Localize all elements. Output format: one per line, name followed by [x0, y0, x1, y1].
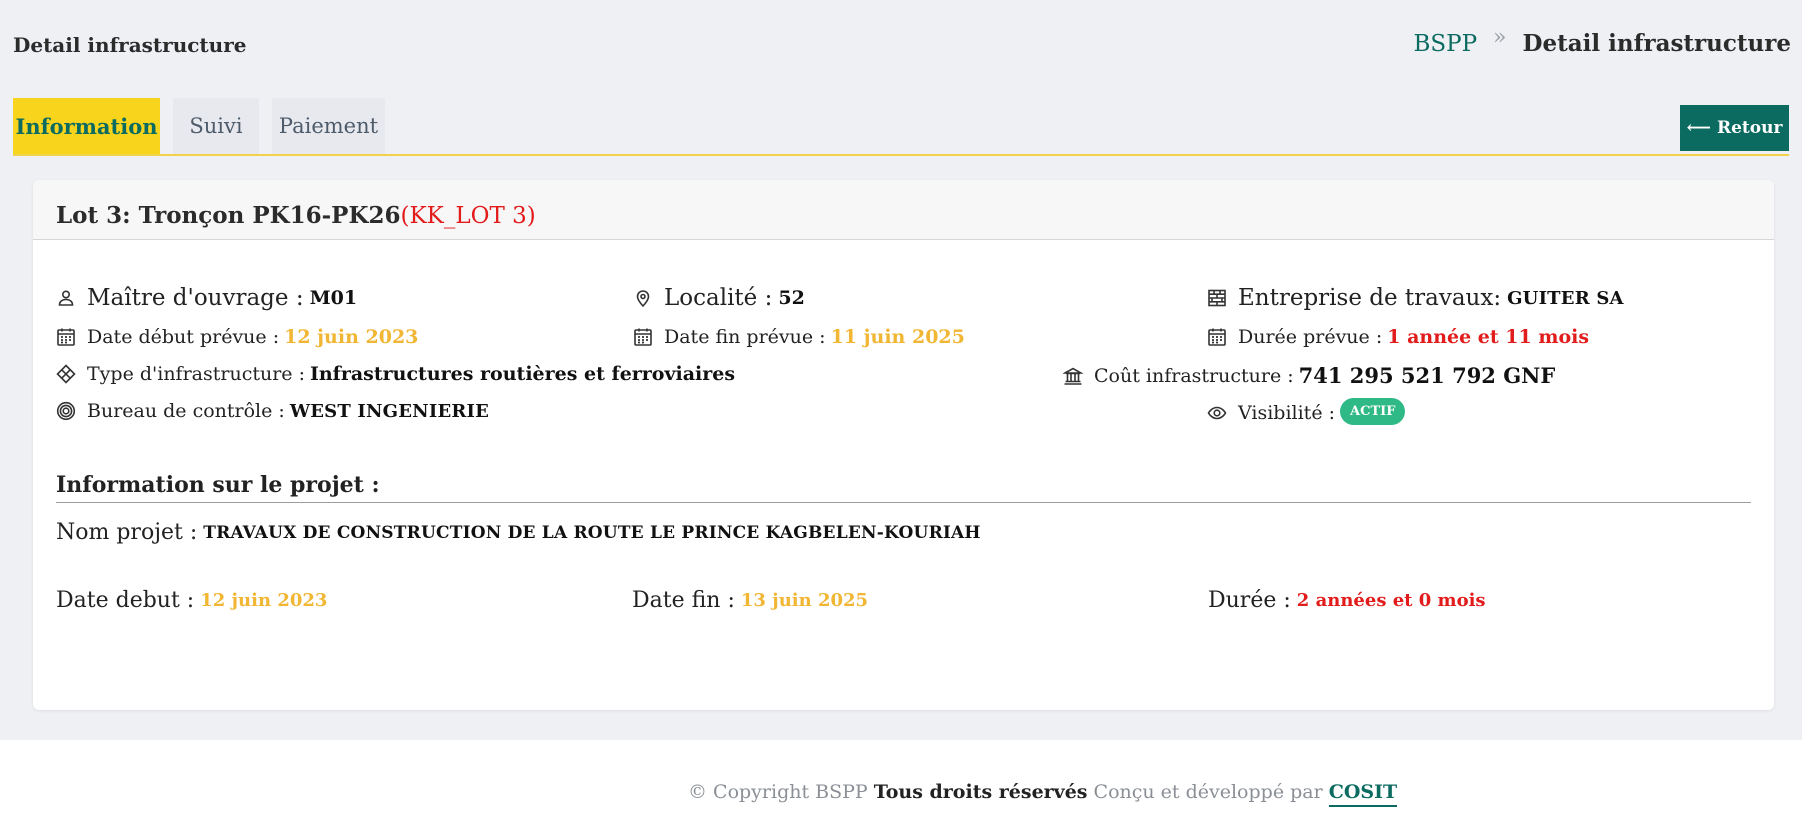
localite-value: 52: [778, 287, 805, 309]
retour-button[interactable]: ⟵ Retour: [1680, 105, 1789, 151]
project-section-title: Information sur le projet :: [56, 472, 1751, 503]
tabs-bar: Information Suivi Paiement ⟵ Retour: [13, 98, 1789, 156]
tab-paiement[interactable]: Paiement: [272, 98, 385, 154]
breadcrumb-separator-icon: »: [1493, 25, 1507, 50]
breadcrumb-home-link[interactable]: BSPP: [1413, 31, 1477, 57]
type-infrastructure-value: Infrastructures routières et ferroviaire…: [309, 363, 736, 385]
date-fin-label: Date fin :: [632, 588, 735, 613]
footer: © Copyright BSPP Tous droits réservés Co…: [0, 740, 1802, 827]
map-pin-icon: [632, 287, 654, 309]
field-date-debut-prevue: Date début prévue : 12 juin 2023: [55, 326, 418, 348]
duree-label: Durée :: [1208, 588, 1291, 613]
footer-designed: Conçu et développé par: [1093, 781, 1323, 803]
footer-rights: Tous droits réservés: [873, 781, 1088, 803]
field-duree-prevue: Durée prévue : 1 année et 11 mois: [1206, 326, 1589, 348]
tab-suivi[interactable]: Suivi: [173, 98, 259, 154]
field-localite: Localité : 52: [632, 285, 805, 311]
footer-copyright: © Copyright BSPP: [688, 781, 868, 803]
date-fin-value: 13 juin 2025: [740, 590, 869, 611]
field-date-fin: Date fin : 13 juin 2025: [632, 588, 868, 613]
retour-button-label: Retour: [1716, 118, 1783, 138]
nom-projet-value: TRAVAUX DE CONSTRUCTION DE LA ROUTE LE P…: [203, 522, 981, 543]
tab-information[interactable]: Information: [13, 98, 160, 154]
arrow-left-icon: ⟵: [1686, 118, 1711, 138]
page-title: Detail infrastructure: [13, 33, 247, 57]
date-debut-value: 12 juin 2023: [200, 590, 328, 611]
bureau-controle-label: Bureau de contrôle :: [87, 400, 285, 422]
date-debut-prevue-value: 12 juin 2023: [284, 326, 419, 348]
entreprise-label: Entreprise de travaux:: [1238, 285, 1502, 311]
entreprise-value: GUITER SA: [1507, 287, 1624, 309]
breadcrumb: BSPP » Detail infrastructure: [1413, 25, 1791, 57]
footer-text: © Copyright BSPP Tous droits réservés Co…: [688, 781, 1398, 807]
duree-prevue-label: Durée prévue :: [1238, 326, 1383, 348]
calendar-icon: [1206, 326, 1228, 348]
nom-projet-label: Nom projet :: [56, 520, 198, 545]
cout-infrastructure-label: Coût infrastructure :: [1094, 364, 1294, 387]
field-duree: Durée : 2 années et 0 mois: [1208, 588, 1486, 613]
field-cout-infrastructure: Coût infrastructure : 741 295 521 792 GN…: [1062, 363, 1555, 388]
duree-value: 2 années et 0 mois: [1296, 590, 1486, 611]
field-date-debut: Date debut : 12 juin 2023: [56, 588, 327, 613]
card-code: (KK_LOT 3): [400, 203, 536, 229]
user-icon: [55, 287, 77, 309]
footer-company-link[interactable]: COSIT: [1328, 781, 1398, 807]
date-fin-prevue-label: Date fin prévue :: [664, 326, 826, 348]
maitre-ouvrage-value: M01: [309, 287, 358, 309]
field-bureau-controle: Bureau de contrôle : WEST INGENIERIE: [55, 400, 489, 422]
date-debut-prevue-label: Date début prévue :: [87, 326, 280, 348]
date-debut-label: Date debut :: [56, 588, 195, 613]
bank-icon: [1062, 365, 1084, 387]
field-entreprise: Entreprise de travaux: GUITER SA: [1206, 285, 1624, 311]
eye-icon: [1206, 402, 1228, 424]
maitre-ouvrage-label: Maître d'ouvrage :: [87, 285, 304, 311]
duree-prevue-value: 1 année et 11 mois: [1387, 326, 1590, 348]
localite-label: Localité :: [664, 285, 773, 311]
card-title: Lot 3: Tronçon PK16-PK26: [56, 202, 401, 229]
date-fin-prevue-value: 11 juin 2025: [830, 326, 965, 348]
bureau-controle-value: WEST INGENIERIE: [289, 400, 490, 422]
field-type-infrastructure: Type d'infrastructure : Infrastructures …: [55, 363, 735, 385]
status-badge: ACTIF: [1340, 398, 1406, 425]
field-date-fin-prevue: Date fin prévue : 11 juin 2025: [632, 326, 965, 348]
diamond-icon: [55, 363, 77, 385]
field-nom-projet: Nom projet : TRAVAUX DE CONSTRUCTION DE …: [56, 520, 981, 545]
field-maitre-ouvrage: Maître d'ouvrage : M01: [55, 285, 357, 311]
infrastructure-card: Lot 3: Tronçon PK16-PK26(KK_LOT 3) Maîtr…: [33, 180, 1774, 710]
brick-wall-icon: [1206, 287, 1228, 309]
breadcrumb-current: Detail infrastructure: [1522, 30, 1791, 57]
type-infrastructure-label: Type d'infrastructure :: [87, 363, 305, 385]
target-icon: [55, 400, 77, 422]
field-visibilite: Visibilité : ACTIF: [1206, 398, 1406, 426]
calendar-icon: [632, 326, 654, 348]
cout-infrastructure-value: 741 295 521 792 GNF: [1298, 363, 1556, 388]
visibilite-label: Visibilité :: [1238, 401, 1336, 424]
calendar-icon: [55, 326, 77, 348]
card-header: Lot 3: Tronçon PK16-PK26(KK_LOT 3): [33, 180, 1774, 240]
page-header: Detail infrastructure BSPP » Detail infr…: [0, 0, 1802, 92]
